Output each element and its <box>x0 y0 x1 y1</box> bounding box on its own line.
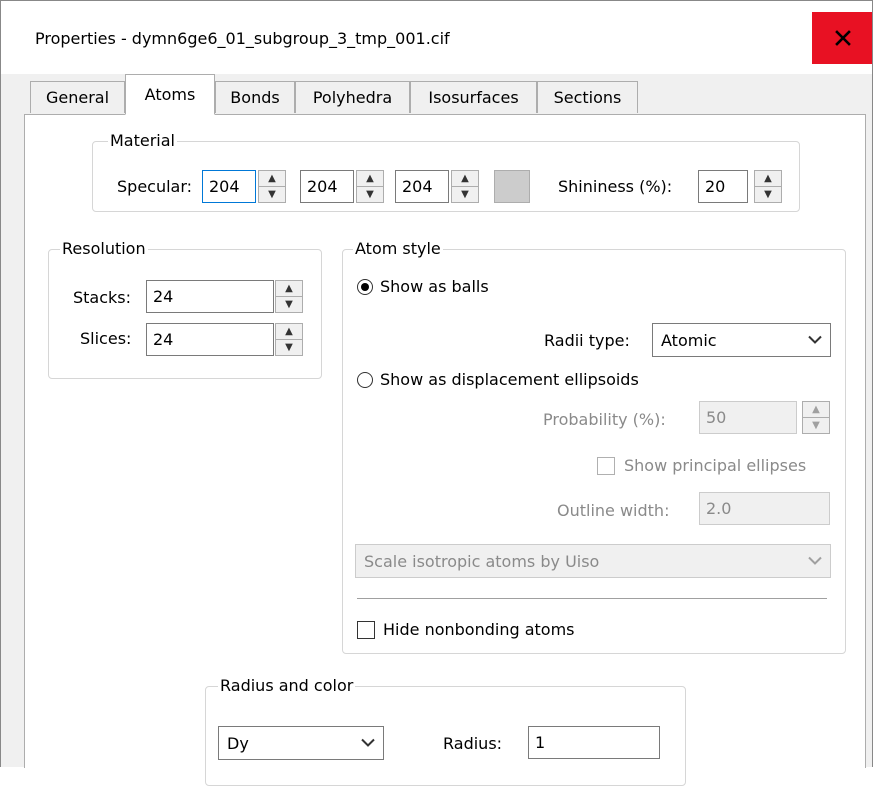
chevron-down-icon[interactable]: ▼ <box>452 187 478 202</box>
close-button[interactable] <box>812 12 873 64</box>
chevron-down-icon[interactable]: ▼ <box>357 187 383 202</box>
shininess-input[interactable]: 20 <box>698 170 748 203</box>
specular-b-input[interactable]: 204 <box>395 170 449 203</box>
stacks-label: Stacks: <box>73 288 132 307</box>
chevron-up-icon[interactable]: ▲ <box>276 281 302 297</box>
show-principal-ellipses-label[interactable]: Show principal ellipses <box>624 456 806 475</box>
scale-isotropic-select[interactable]: Scale isotropic atoms by Uiso <box>355 544 831 578</box>
tab-atoms[interactable]: Atoms <box>125 74 215 115</box>
tab-label: Atoms <box>144 85 196 104</box>
chevron-down-icon[interactable]: ▼ <box>803 418 829 433</box>
tab-label: Sections <box>553 88 622 107</box>
tab-sections[interactable]: Sections <box>537 81 638 113</box>
hide-nonbonding-checkbox[interactable] <box>357 621 375 639</box>
tab-label: Bonds <box>230 88 280 107</box>
radii-type-value: Atomic <box>661 330 717 350</box>
tab-label: Isosurfaces <box>428 88 519 107</box>
material-legend: Material <box>108 131 177 150</box>
probability-stepper[interactable]: ▲ ▼ <box>802 401 830 434</box>
shininess-label: Shininess (%): <box>558 177 673 196</box>
specular-label: Specular: <box>117 177 193 196</box>
window-title: Properties - dymn6ge6_01_subgroup_3_tmp_… <box>35 29 450 48</box>
tab-general[interactable]: General <box>30 81 125 113</box>
hide-nonbonding-label[interactable]: Hide nonbonding atoms <box>383 620 575 639</box>
separator <box>357 598 827 599</box>
tab-bonds[interactable]: Bonds <box>215 81 295 113</box>
resolution-legend: Resolution <box>60 239 148 258</box>
chevron-down-icon <box>808 556 822 565</box>
show-principal-ellipses-checkbox[interactable] <box>597 457 615 475</box>
show-as-ellipsoids-radio[interactable] <box>357 372 373 388</box>
chevron-down-icon[interactable]: ▼ <box>755 187 781 202</box>
atom-style-legend: Atom style <box>353 239 443 258</box>
stacks-stepper[interactable]: ▲ ▼ <box>275 280 303 313</box>
radius-input[interactable]: 1 <box>528 726 660 759</box>
resolution-group <box>48 249 322 379</box>
tab-isosurfaces[interactable]: Isosurfaces <box>410 81 537 113</box>
scale-isotropic-value: Scale isotropic atoms by Uiso <box>364 551 600 571</box>
chevron-down-icon[interactable]: ▼ <box>276 340 302 355</box>
chevron-down-icon[interactable]: ▼ <box>259 187 285 202</box>
specular-r-stepper[interactable]: ▲ ▼ <box>258 170 286 203</box>
slices-stepper[interactable]: ▲ ▼ <box>275 323 303 356</box>
tab-label: Polyhedra <box>312 88 393 107</box>
specular-b-stepper[interactable]: ▲ ▼ <box>451 170 479 203</box>
element-value: Dy <box>227 733 249 753</box>
specular-color-swatch[interactable] <box>494 170 530 203</box>
probability-label: Probability (%): <box>543 410 666 429</box>
close-icon <box>834 30 851 46</box>
slices-label: Slices: <box>80 329 132 348</box>
chevron-up-icon[interactable]: ▲ <box>276 324 302 340</box>
chevron-up-icon[interactable]: ▲ <box>755 171 781 187</box>
atom-style-group <box>342 249 846 654</box>
shininess-stepper[interactable]: ▲ ▼ <box>754 170 782 203</box>
chevron-up-icon[interactable]: ▲ <box>803 402 829 418</box>
chevron-down-icon[interactable]: ▼ <box>276 297 302 312</box>
slices-input[interactable]: 24 <box>146 323 274 356</box>
stacks-input[interactable]: 24 <box>146 280 274 313</box>
window-border <box>0 0 1 767</box>
show-as-balls-radio[interactable] <box>357 279 373 295</box>
chevron-up-icon[interactable]: ▲ <box>452 171 478 187</box>
chevron-up-icon[interactable]: ▲ <box>357 171 383 187</box>
chevron-down-icon <box>808 335 822 344</box>
outline-width-input[interactable]: 2.0 <box>699 492 830 525</box>
radii-type-select[interactable]: Atomic <box>652 323 831 357</box>
outline-width-label: Outline width: <box>557 501 670 520</box>
specular-r-input[interactable]: 204 <box>202 170 256 203</box>
window-border <box>0 0 873 1</box>
radius-label: Radius: <box>443 734 503 753</box>
show-as-ellipsoids-label[interactable]: Show as displacement ellipsoids <box>380 370 639 389</box>
specular-g-input[interactable]: 204 <box>300 170 354 203</box>
element-select[interactable]: Dy <box>218 726 384 760</box>
chevron-down-icon <box>361 738 375 747</box>
show-as-balls-label[interactable]: Show as balls <box>380 277 489 296</box>
tab-label: General <box>45 88 110 107</box>
radius-color-legend: Radius and color <box>218 676 356 695</box>
probability-input[interactable]: 50 <box>699 401 797 434</box>
chevron-up-icon[interactable]: ▲ <box>259 171 285 187</box>
radii-type-label: Radii type: <box>544 331 630 350</box>
specular-g-stepper[interactable]: ▲ ▼ <box>356 170 384 203</box>
tab-polyhedra[interactable]: Polyhedra <box>295 81 410 113</box>
